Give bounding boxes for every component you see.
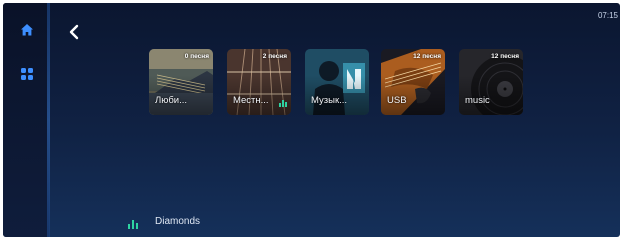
tile-music-online[interactable]: Музык... [305, 49, 369, 115]
tile-music-folder[interactable]: 12 песня music [459, 49, 523, 115]
tile-label: Люби... [155, 95, 188, 106]
equalizer-icon [128, 220, 138, 229]
tile-local[interactable]: 2 песня Местн... [227, 49, 291, 115]
playing-indicator-icon [279, 100, 287, 107]
tile-song-count: 12 песня [491, 53, 519, 60]
home-icon[interactable] [20, 23, 34, 37]
back-chevron-icon[interactable] [67, 24, 81, 40]
tile-label: Музык... [311, 95, 348, 106]
tile-usb[interactable]: 12 песня USB [381, 49, 445, 115]
tile-song-count: 12 песня [413, 53, 441, 60]
media-player-screen: 07:15 0 песня Люби... 2 песня Местн... М… [3, 3, 620, 237]
tile-label: music [465, 95, 490, 106]
grid-icon[interactable] [20, 67, 34, 81]
tile-label: Местн... [233, 95, 269, 106]
sidebar [3, 3, 49, 237]
sidebar-divider [47, 3, 50, 237]
now-playing-title[interactable]: Diamonds [155, 216, 200, 227]
status-clock: 07:15 [597, 11, 618, 20]
tile-favorites[interactable]: 0 песня Люби... [149, 49, 213, 115]
tile-song-count: 2 песня [262, 53, 287, 60]
tile-song-count: 0 песня [184, 53, 209, 60]
tile-label: USB [387, 95, 407, 106]
